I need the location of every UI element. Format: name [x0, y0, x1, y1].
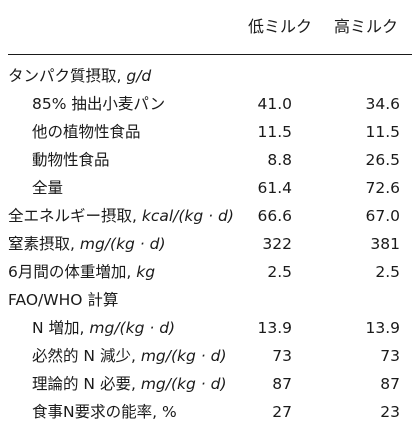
table-row: 窒素摂取, mg/(kg · d) 322 381: [0, 230, 420, 258]
low-milk-value: 2.5: [267, 263, 292, 281]
table-row: 必然的 N 減少, mg/(kg · d) 73 73: [0, 342, 420, 370]
row-label: 窒素摂取, mg/(kg · d): [8, 235, 166, 253]
table-row: 理論的 N 必要, mg/(kg · d) 87 87: [0, 370, 420, 398]
row-label: タンパク質摂取, g/d: [8, 67, 152, 85]
low-milk-value: 73: [272, 347, 292, 365]
table-row: タンパク質摂取, g/d: [0, 62, 420, 90]
low-milk-value: 27: [272, 403, 292, 421]
row-label: 動物性食品: [32, 151, 110, 169]
table-row: 食事N要求の能率, % 27 23: [0, 398, 420, 426]
high-milk-value: 73: [380, 347, 400, 365]
high-milk-value: 87: [380, 375, 400, 393]
table-row: 85% 抽出小麦パン 41.0 34.6: [0, 90, 420, 118]
column-header-low-milk: 低ミルク: [248, 17, 313, 36]
row-label: 食事N要求の能率, %: [32, 403, 177, 421]
header-divider: [8, 54, 412, 55]
table-row: N 増加, mg/(kg · d) 13.9 13.9: [0, 314, 420, 342]
table-row: 他の植物性食品 11.5 11.5: [0, 118, 420, 146]
low-milk-value: 13.9: [257, 319, 292, 337]
table-row: 動物性食品 8.8 26.5: [0, 146, 420, 174]
high-milk-value: 2.5: [375, 263, 400, 281]
table-row: 全量 61.4 72.6: [0, 174, 420, 202]
column-header-high-milk: 高ミルク: [334, 17, 399, 36]
row-label: 6月間の体重増加, kg: [8, 263, 156, 281]
low-milk-value: 41.0: [257, 95, 292, 113]
table-row: 6月間の体重増加, kg 2.5 2.5: [0, 258, 420, 286]
low-milk-value: 61.4: [257, 179, 292, 197]
row-label: 必然的 N 減少, mg/(kg · d): [32, 347, 227, 365]
row-label: 全量: [32, 179, 64, 197]
row-label: 85% 抽出小麦パン: [32, 95, 166, 113]
low-milk-value: 322: [262, 235, 292, 253]
table-header: 低ミルク 高ミルク: [0, 0, 420, 48]
low-milk-value: 66.6: [257, 207, 292, 225]
row-label: 他の植物性食品: [32, 123, 141, 141]
row-label: 理論的 N 必要, mg/(kg · d): [32, 375, 227, 393]
high-milk-value: 67.0: [365, 207, 400, 225]
row-label: 全エネルギー摂取, kcal/(kg · d): [8, 207, 234, 225]
row-label: FAO/WHO 計算: [8, 291, 119, 309]
table-row: FAO/WHO 計算: [0, 286, 420, 314]
high-milk-value: 34.6: [365, 95, 400, 113]
high-milk-value: 381: [370, 235, 400, 253]
row-label: N 増加, mg/(kg · d): [32, 319, 176, 337]
table-row: 全エネルギー摂取, kcal/(kg · d) 66.6 67.0: [0, 202, 420, 230]
high-milk-value: 11.5: [365, 123, 400, 141]
low-milk-value: 87: [272, 375, 292, 393]
high-milk-value: 72.6: [365, 179, 400, 197]
low-milk-value: 8.8: [267, 151, 292, 169]
high-milk-value: 23: [380, 403, 400, 421]
low-milk-value: 11.5: [257, 123, 292, 141]
high-milk-value: 13.9: [365, 319, 400, 337]
high-milk-value: 26.5: [365, 151, 400, 169]
